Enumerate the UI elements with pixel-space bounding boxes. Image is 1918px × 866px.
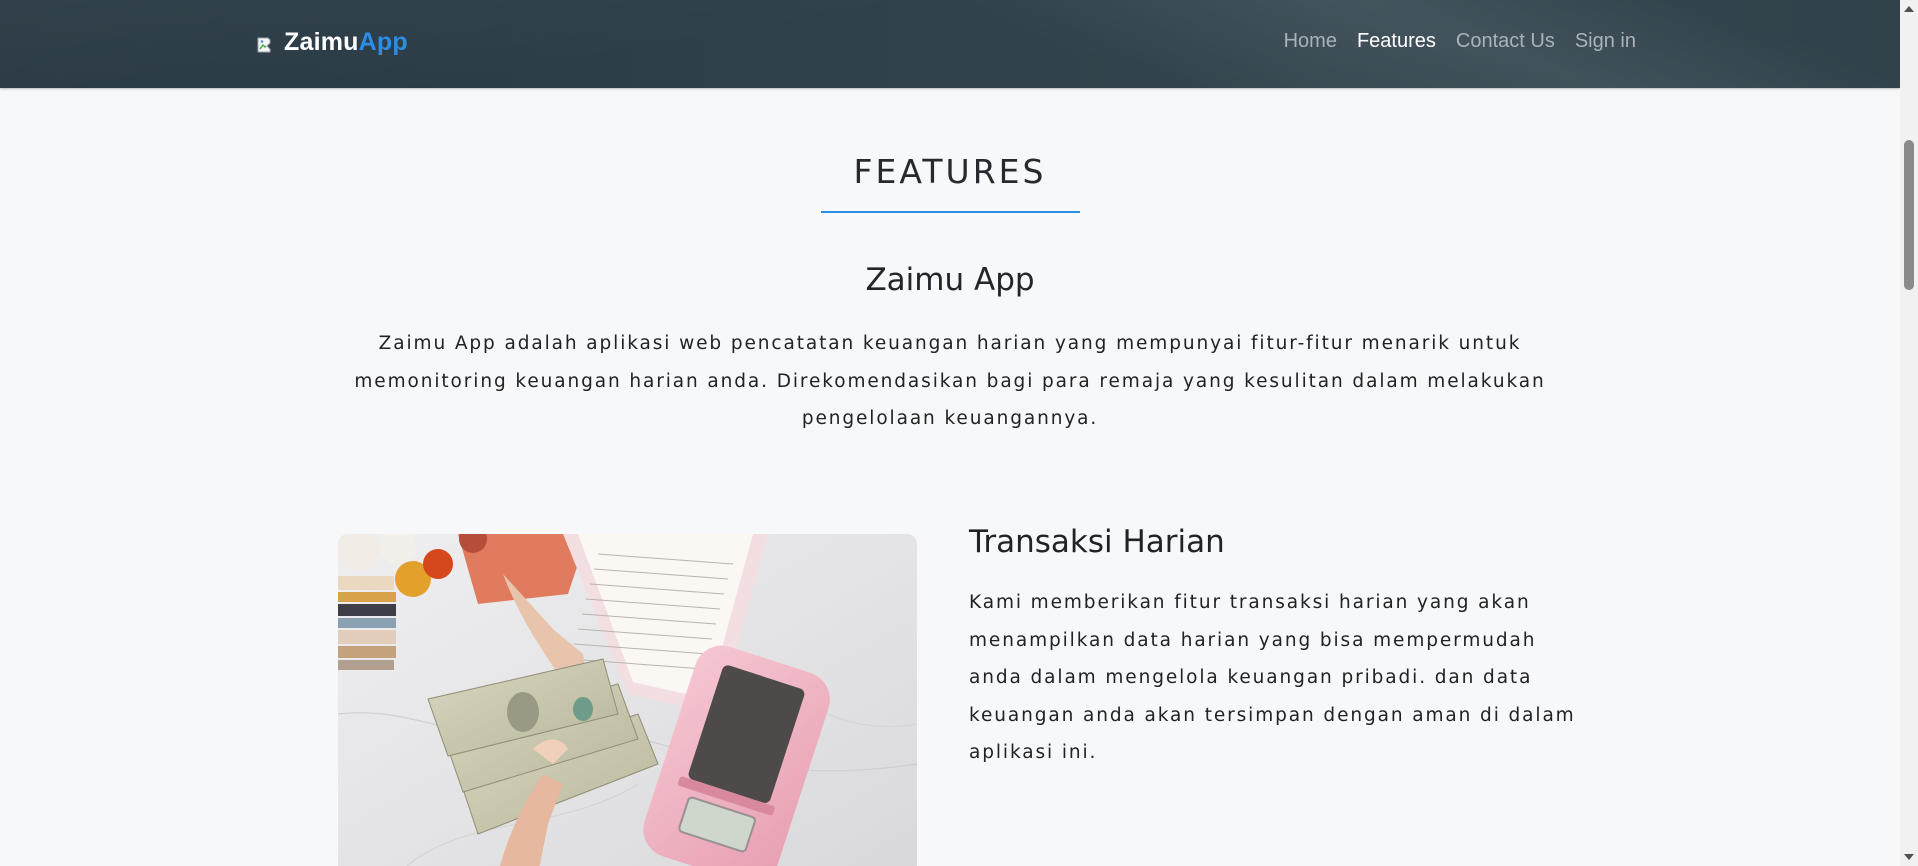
nav-contact-us[interactable]: Contact Us xyxy=(1456,30,1555,53)
nav-home[interactable]: Home xyxy=(1284,30,1337,53)
feature-description: Kami memberikan fitur transaksi harian y… xyxy=(969,592,1576,763)
broken-image-icon xyxy=(256,33,276,53)
nav-sign-in[interactable]: Sign in xyxy=(1575,30,1636,53)
page: Zaimu App Home Features Contact Us Sign i… xyxy=(0,0,1900,866)
brand-primary: Zaimu xyxy=(284,28,359,56)
section-title: FEATURES xyxy=(853,152,1047,191)
brand-accent: App xyxy=(358,28,408,56)
nav-links: Home Features Contact Us Sign in xyxy=(1284,30,1636,53)
scrollbar-thumb[interactable] xyxy=(1904,140,1914,290)
title-underline xyxy=(821,211,1080,213)
scroll-down-arrow-icon[interactable] xyxy=(1904,854,1914,860)
nav-features[interactable]: Features xyxy=(1357,30,1436,53)
app-heading: Zaimu App xyxy=(865,262,1035,298)
brand-logo[interactable]: Zaimu App xyxy=(256,28,408,57)
intro-paragraph: Zaimu App adalah aplikasi web pencatatan… xyxy=(354,333,1546,429)
scroll-up-arrow-icon[interactable] xyxy=(1904,6,1914,12)
vertical-scrollbar[interactable] xyxy=(1900,0,1918,866)
feature-photo-money-exchange xyxy=(338,534,917,866)
navbar: Zaimu App Home Features Contact Us Sign i… xyxy=(0,0,1900,88)
feature-title: Transaksi Harian xyxy=(969,524,1225,560)
